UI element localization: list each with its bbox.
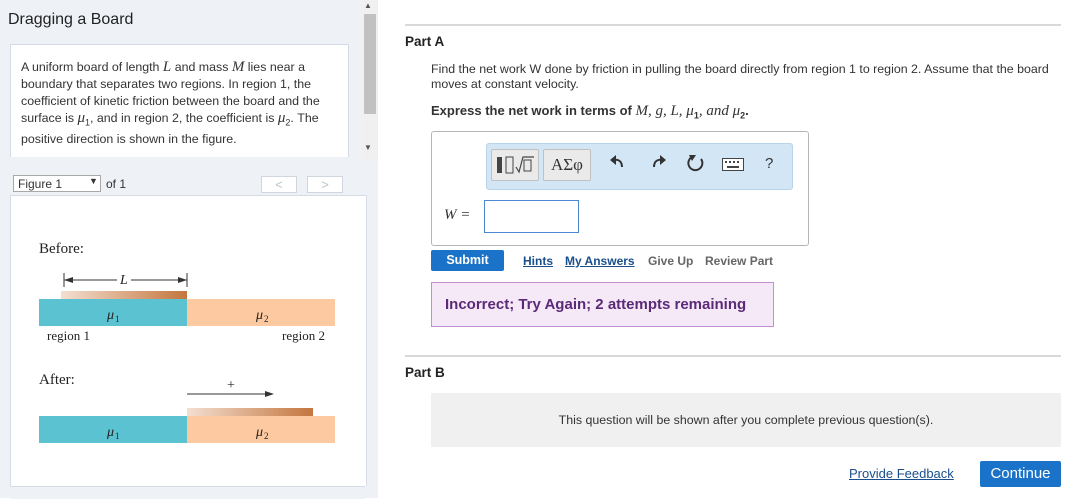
answer-input[interactable]: [484, 200, 579, 233]
before-label: Before:: [39, 241, 84, 257]
var-M: M: [231, 59, 245, 75]
region1-label: region 1: [47, 328, 90, 343]
length-arrow-right: [178, 277, 187, 283]
reset-icon[interactable]: [684, 153, 708, 178]
part-b-message: This question will be shown after you co…: [558, 413, 934, 427]
mu2-sub-after: 2: [264, 431, 269, 441]
length-arrow-left: [64, 277, 73, 283]
left-panel-footer: [10, 486, 365, 499]
chevron-down-icon[interactable]: ▼: [89, 176, 98, 186]
figure-area: Before: L μ 1 μ 2 region 1 region 2 Afte…: [10, 195, 367, 486]
provide-feedback-link[interactable]: Provide Feedback: [849, 466, 954, 481]
problem-text-1: A uniform board of length: [21, 60, 163, 74]
feedback-message: Incorrect; Try Again; 2 attempts remaini…: [431, 282, 774, 327]
var-mu1: μ: [77, 110, 85, 126]
my-answers-link[interactable]: My Answers: [565, 254, 635, 268]
part-b-label: Part B: [405, 365, 445, 380]
fraction-root-template-icon: [497, 156, 534, 174]
scroll-down-icon[interactable]: ▼: [364, 143, 372, 152]
mu2-sub-before: 2: [264, 314, 269, 324]
help-icon[interactable]: ?: [765, 155, 773, 172]
greek-symbols-button[interactable]: ΑΣφ: [543, 149, 591, 181]
fraction-root-template-button[interactable]: [491, 149, 539, 181]
figure-diagram: Before: L μ 1 μ 2 region 1 region 2 Afte…: [39, 241, 335, 443]
region2-label: region 2: [282, 328, 325, 343]
previous-figure-button[interactable]: <: [261, 176, 297, 193]
mu1-sub-after: 1: [115, 431, 120, 441]
mu1-label-after: μ: [106, 425, 114, 440]
give-up-link[interactable]: Give Up: [648, 254, 693, 268]
positive-direction-label: +: [227, 378, 235, 393]
mu1-label-before: μ: [106, 308, 114, 323]
mu2-label-after: μ: [255, 425, 263, 440]
figure-select[interactable]: Figure 1: [13, 175, 101, 192]
problem-statement: A uniform board of length L and mass M l…: [21, 59, 339, 148]
express-vars: M, g, L, μ: [635, 103, 694, 119]
review-part-link[interactable]: Review Part: [705, 254, 773, 268]
board-before: [61, 291, 187, 299]
hints-link[interactable]: Hints: [523, 254, 553, 268]
problem-title: Dragging a Board: [8, 11, 134, 28]
keyboard-icon[interactable]: [722, 158, 744, 176]
undo-icon[interactable]: [606, 153, 630, 178]
part-a-instructions: Express the net work in terms of M, g, L…: [431, 103, 749, 121]
next-figure-button[interactable]: >: [307, 176, 343, 193]
scrollbar-thumb[interactable]: [364, 14, 376, 114]
part-b-divider: [405, 355, 1061, 357]
problem-text-2: and mass: [171, 60, 232, 74]
problem-text-4: , and in region 2, the coefficient is: [90, 111, 278, 125]
continue-button[interactable]: Continue: [980, 461, 1061, 487]
mu1-sub-before: 1: [115, 314, 120, 324]
answer-label: W =: [444, 206, 470, 224]
answer-label-text: W =: [444, 207, 471, 223]
express-prefix: Express the net work in terms of: [431, 103, 636, 118]
var-L: L: [162, 59, 172, 75]
scroll-up-icon[interactable]: ▲: [364, 1, 372, 10]
express-end: .: [745, 103, 749, 118]
board-after: [187, 408, 313, 416]
after-label: After:: [39, 372, 75, 388]
redo-icon[interactable]: [646, 153, 670, 178]
mu2-label-before: μ: [255, 308, 263, 323]
part-a-divider: [405, 24, 1061, 26]
figure-count: of 1: [106, 177, 127, 191]
length-label: L: [119, 273, 128, 288]
submit-button[interactable]: Submit: [431, 250, 504, 271]
part-a-label: Part A: [405, 34, 445, 49]
express-and: , and μ: [698, 103, 741, 119]
part-a-question: Find the net work W done by friction in …: [431, 62, 1049, 91]
positive-direction-arrowhead: [265, 391, 274, 397]
